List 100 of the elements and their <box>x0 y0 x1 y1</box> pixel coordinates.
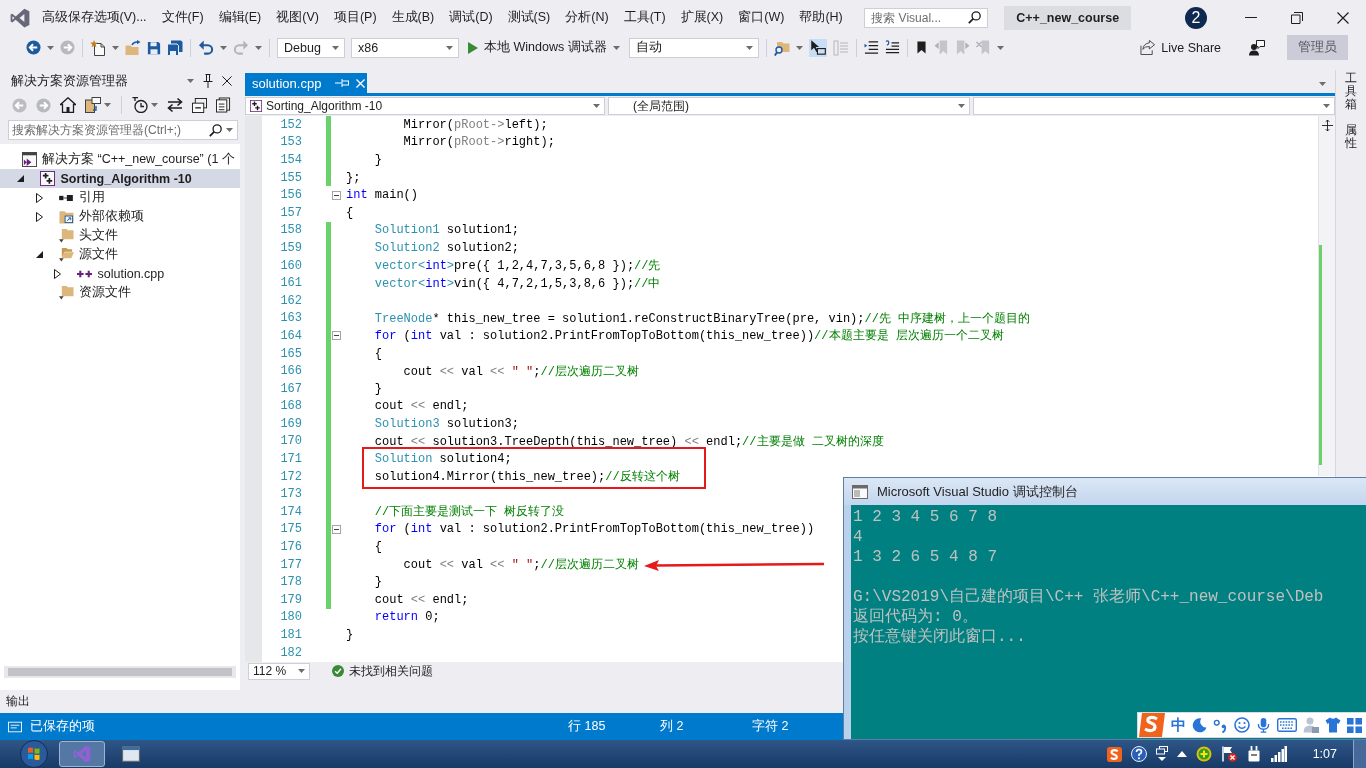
caret-icon[interactable] <box>795 45 803 50</box>
microphone-icon[interactable] <box>1256 717 1271 733</box>
signal-icon[interactable] <box>1270 746 1287 762</box>
split-arrows-icon[interactable] <box>1321 120 1333 131</box>
page-star-icon[interactable] <box>90 39 106 56</box>
flag-x-icon[interactable] <box>1220 746 1237 762</box>
plus-circle-icon[interactable] <box>1195 746 1212 762</box>
menu-item[interactable]: 项目(P) <box>326 9 385 26</box>
search-field[interactable]: 搜索 Visual... <box>864 7 989 28</box>
run-button[interactable]: 本地 Windows 调试器 <box>465 39 623 56</box>
menu-item[interactable]: 编辑(E) <box>211 9 269 26</box>
menu-item[interactable]: 分析(N) <box>557 9 617 26</box>
tree-item[interactable]: 头文件 <box>0 226 240 245</box>
cursor-box-icon[interactable] <box>808 38 827 57</box>
caret-icon[interactable] <box>958 104 965 108</box>
caret-icon[interactable] <box>47 45 54 50</box>
folder-window-icon[interactable] <box>85 97 101 113</box>
window-icon[interactable] <box>122 745 140 763</box>
person-speech-icon[interactable] <box>1249 39 1265 56</box>
two-arrows-icon[interactable] <box>167 97 183 113</box>
triangle-right-icon[interactable] <box>35 211 43 222</box>
share-arrow-icon[interactable] <box>1140 40 1156 55</box>
menu-item[interactable]: 高级保存选项(V)... <box>34 9 155 26</box>
menu-item[interactable]: 视图(V) <box>268 9 327 26</box>
floppy-disks-icon[interactable] <box>167 39 183 56</box>
help-icon[interactable] <box>1130 746 1147 762</box>
person-icon[interactable] <box>1303 717 1319 733</box>
menu-item[interactable]: 测试(S) <box>500 9 558 26</box>
windows-arrow-icon[interactable] <box>1155 746 1168 762</box>
punctuation-icon[interactable] <box>1213 717 1228 733</box>
tree-item[interactable]: solution.cpp <box>0 264 240 283</box>
target-dropdown[interactable]: 自动 <box>628 37 759 58</box>
horizontal-scrollbar[interactable] <box>4 666 236 678</box>
caret-icon[interactable] <box>1319 82 1326 86</box>
stacked-windows-icon[interactable] <box>192 97 207 113</box>
play-icon[interactable] <box>468 41 478 54</box>
menu-item[interactable]: 帮助(H) <box>791 9 851 26</box>
caret-icon[interactable] <box>255 45 262 50</box>
side-tab[interactable]: 工具箱 <box>1345 72 1357 112</box>
minus-box-icon[interactable] <box>332 190 341 200</box>
caret-icon[interactable] <box>226 128 233 132</box>
menu-item[interactable]: 窗口(W) <box>730 9 792 26</box>
moon-icon[interactable] <box>1192 717 1207 733</box>
output-tab[interactable]: 输出 <box>6 693 30 710</box>
minus-box-icon[interactable] <box>332 524 341 534</box>
caret-icon[interactable] <box>187 79 194 83</box>
clock-icon[interactable] <box>132 97 148 113</box>
curved-arrow-icon[interactable] <box>198 40 214 55</box>
caret-icon[interactable] <box>612 45 620 50</box>
triangle-up-icon[interactable] <box>1176 751 1187 757</box>
menu-item[interactable]: 工具(T) <box>616 9 674 26</box>
search-icon[interactable] <box>968 11 982 24</box>
bookmark-icon[interactable] <box>914 40 928 55</box>
scope-dropdown[interactable]: (全局范围) <box>608 97 970 115</box>
tree-item[interactable]: 资源文件 <box>0 283 240 302</box>
tree-item[interactable]: 外部依赖项 <box>0 207 240 226</box>
tree-item[interactable]: 源文件 <box>0 245 240 264</box>
search-icon[interactable] <box>209 123 222 137</box>
platform-dropdown[interactable]: x86 <box>351 37 459 58</box>
caret-icon[interactable] <box>332 45 339 50</box>
search-field[interactable]: 搜索解决方案资源管理器(Ctrl+;) <box>8 120 238 140</box>
notification-badge[interactable]: 2 <box>1185 6 1207 29</box>
caret-icon[interactable] <box>593 104 600 108</box>
triangle-down-icon[interactable] <box>35 251 43 258</box>
menu-item[interactable]: 文件(F) <box>154 9 212 26</box>
keyboard-icon[interactable] <box>1277 718 1297 732</box>
grid-icon[interactable] <box>1347 717 1362 733</box>
vs-logo-icon[interactable] <box>10 7 30 28</box>
folder-magnifier-icon[interactable] <box>773 39 790 56</box>
caret-icon[interactable] <box>298 669 305 673</box>
s-logo-icon[interactable] <box>1106 746 1122 762</box>
clock[interactable]: 1:07 <box>1312 747 1337 761</box>
tree-item[interactable]: 引用 <box>0 188 240 207</box>
caret-icon[interactable] <box>745 45 753 50</box>
close-icon[interactable] <box>222 76 232 86</box>
triangle-down-icon[interactable] <box>17 175 24 182</box>
menu-item[interactable]: 生成(B) <box>384 9 442 26</box>
arrow-left-circle-icon[interactable] <box>26 40 41 55</box>
tree-item[interactable]: Sorting_Algorithm -10 <box>0 169 240 188</box>
home-icon[interactable] <box>60 97 76 113</box>
smiley-icon[interactable] <box>1234 717 1250 733</box>
input-mode-toggle[interactable]: 中 <box>1171 715 1186 735</box>
pages-icon[interactable] <box>216 97 231 113</box>
live-share-button[interactable]: Live Share <box>1140 40 1221 55</box>
account-button[interactable]: 管理员 <box>1287 35 1348 60</box>
close-icon[interactable] <box>1337 11 1349 24</box>
shirt-icon[interactable] <box>1325 717 1341 733</box>
caret-icon[interactable] <box>446 45 453 50</box>
caret-icon[interactable] <box>151 103 158 107</box>
caret-icon[interactable] <box>112 45 119 50</box>
zoom-dropdown[interactable]: 112 % <box>248 662 310 680</box>
caret-icon[interactable] <box>104 103 111 107</box>
start-orb-icon[interactable] <box>20 740 48 768</box>
minus-box-icon[interactable] <box>332 331 341 341</box>
caret-icon[interactable] <box>220 45 227 50</box>
pin-icon[interactable] <box>203 74 213 88</box>
caret-icon[interactable] <box>996 45 1004 50</box>
project-dropdown[interactable]: Sorting_Algorithm -10 <box>245 97 605 115</box>
tree-item[interactable]: 解决方案 “C++_new_course” (1 个 <box>0 150 240 169</box>
lines-icon[interactable] <box>884 40 900 55</box>
